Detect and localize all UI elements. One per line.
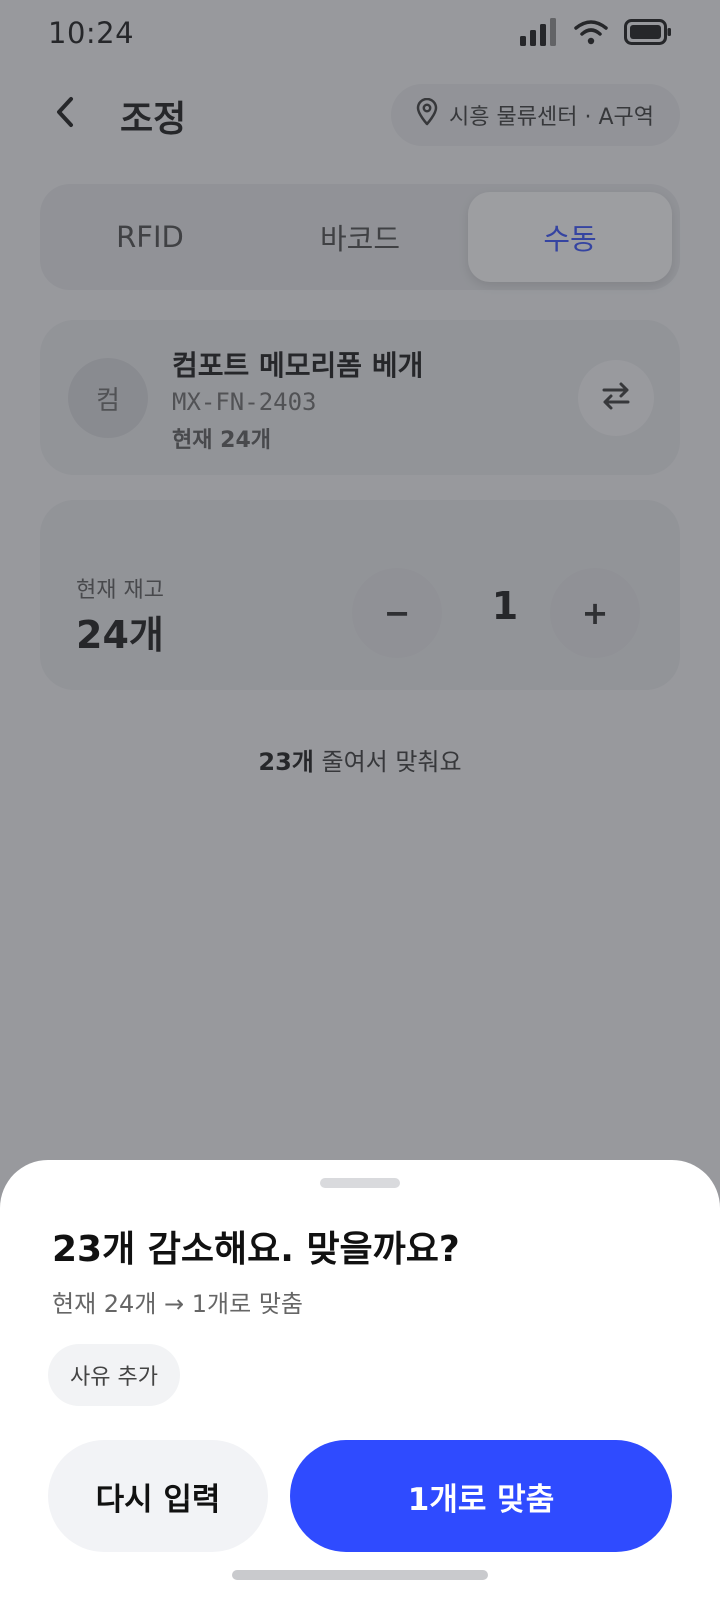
- confirm-bottom-sheet: 23개 감소해요. 맞을까요? 현재 24개 → 1개로 맞춤 사유 추가 다시…: [0, 1160, 720, 1600]
- sheet-subtitle: 현재 24개 → 1개로 맞춤: [52, 1290, 303, 1318]
- confirm-button[interactable]: 1개로 맞춤: [290, 1440, 672, 1552]
- sheet-grabber[interactable]: [320, 1178, 400, 1188]
- retry-button[interactable]: 다시 입력: [48, 1440, 268, 1552]
- sheet-title: 23개 감소해요. 맞을까요?: [52, 1229, 460, 1270]
- home-indicator: [232, 1570, 488, 1580]
- add-reason-chip[interactable]: 사유 추가: [48, 1344, 180, 1406]
